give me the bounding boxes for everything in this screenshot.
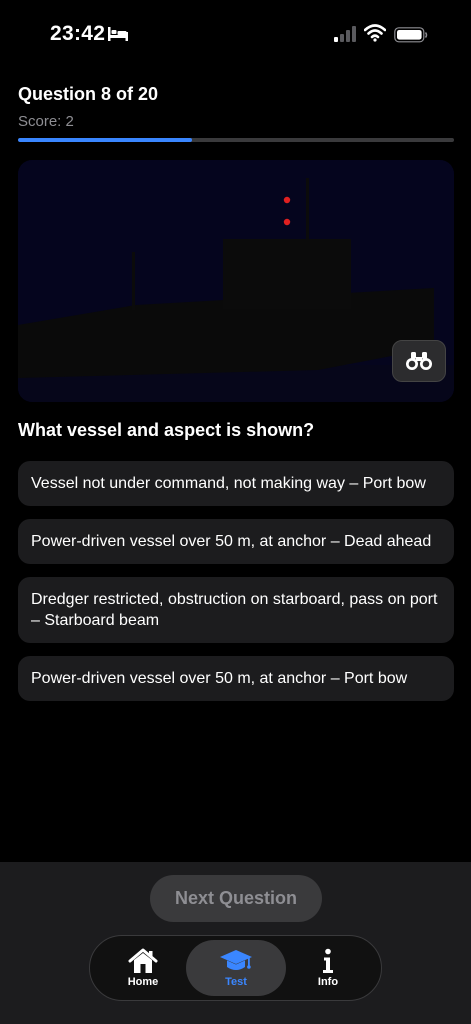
- tab-home-label: Home: [127, 976, 159, 988]
- vessel-scene: [18, 160, 454, 402]
- bed-icon: [108, 27, 128, 41]
- binoculars-button[interactable]: [392, 340, 446, 382]
- vessel-superstructure: [223, 239, 351, 309]
- tab-test[interactable]: Test: [186, 940, 286, 996]
- bottom-panel: Next Question Home Test Info: [0, 862, 471, 1024]
- info-icon: [323, 948, 333, 973]
- red-light: [283, 218, 291, 226]
- tab-info[interactable]: Info: [278, 940, 378, 996]
- red-light: [283, 196, 291, 204]
- vessel-mast: [306, 178, 309, 244]
- vessel-mast: [132, 252, 135, 310]
- score-text: Score: 2: [18, 113, 74, 130]
- cellular-signal-icon: [334, 26, 356, 42]
- tab-info-label: Info: [317, 976, 339, 988]
- house-icon: [128, 948, 158, 973]
- question-counter: Question 8 of 20: [18, 84, 159, 104]
- answer-option[interactable]: Power-driven vessel over 50 m, at anchor…: [18, 519, 454, 564]
- next-question-button[interactable]: Next Question: [150, 875, 322, 922]
- progress-fill: [18, 138, 193, 142]
- graduation-cap-icon: [220, 950, 252, 970]
- vessel-illustration: [18, 160, 454, 402]
- question-prompt: What vessel and aspect is shown?: [18, 420, 315, 440]
- binoculars-icon: [406, 352, 432, 370]
- answer-option[interactable]: Dredger restricted, obstruction on starb…: [18, 577, 454, 643]
- answer-option[interactable]: Power-driven vessel over 50 m, at anchor…: [18, 656, 454, 701]
- status-time: 23:42: [50, 22, 106, 45]
- tab-bar: Home Test Info: [89, 935, 382, 1001]
- battery-icon: [394, 27, 428, 43]
- progress-bar: [18, 138, 454, 142]
- tab-test-label: Test: [225, 976, 247, 988]
- status-bar: 23:42: [0, 0, 471, 70]
- wifi-icon: [364, 24, 386, 42]
- tab-home[interactable]: Home: [93, 940, 193, 996]
- answer-option[interactable]: Vessel not under command, not making way…: [18, 461, 454, 506]
- quiz-header: Question 8 of 20 Score: 2: [18, 84, 454, 130]
- answer-list: Vessel not under command, not making way…: [18, 461, 454, 714]
